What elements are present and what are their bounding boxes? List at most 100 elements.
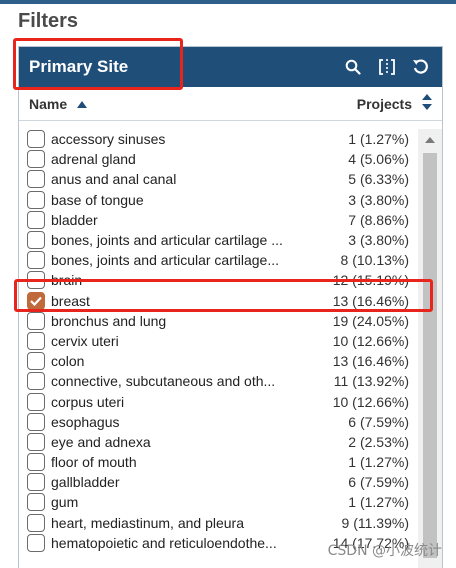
- facet-row-label: base of tongue: [51, 191, 144, 208]
- facet-row-count: 2 (2.53%): [348, 433, 409, 450]
- scroll-up-arrow-icon[interactable]: [425, 137, 435, 143]
- facet-row[interactable]: breast 13 (16.46%): [19, 291, 419, 311]
- checkbox[interactable]: [27, 150, 45, 169]
- column-toggle-icon[interactable]: [376, 56, 398, 78]
- name-column-label: Name: [29, 95, 68, 112]
- checked-checkbox[interactable]: [27, 291, 45, 310]
- facet-row[interactable]: base of tongue 3 (3.80%): [19, 190, 419, 210]
- facet-row-label: esophagus: [51, 413, 120, 430]
- sort-ascending-icon: [77, 96, 88, 112]
- checkmark-icon: [30, 296, 42, 306]
- list-scrollbar[interactable]: [418, 129, 442, 568]
- checkbox[interactable]: [27, 170, 45, 189]
- checkbox[interactable]: [27, 352, 45, 371]
- search-icon[interactable]: [342, 56, 364, 78]
- checkbox[interactable]: [27, 271, 45, 290]
- reset-icon[interactable]: [410, 56, 432, 78]
- checkbox[interactable]: [27, 231, 45, 250]
- facet-row[interactable]: esophagus 6 (7.59%): [19, 412, 419, 432]
- facet-row-label: bones, joints and articular cartilage...: [51, 252, 280, 269]
- facet-row[interactable]: bones, joints and articular cartilage...…: [19, 250, 419, 270]
- facet-row[interactable]: bladder 7 (8.86%): [19, 210, 419, 230]
- facet-row-count: 9 (11.39%): [341, 514, 409, 531]
- name-column-header[interactable]: Name: [29, 95, 88, 112]
- projects-column-header[interactable]: Projects: [357, 94, 432, 113]
- top-strip: [0, 0, 456, 4]
- facet-header: Primary Site: [19, 47, 442, 87]
- facet-row-count: 1 (1.27%): [348, 454, 409, 471]
- facet-row-count: 1 (1.27%): [348, 131, 409, 148]
- checkbox[interactable]: [27, 473, 45, 492]
- checkbox[interactable]: [27, 453, 45, 472]
- checkbox[interactable]: [27, 190, 45, 209]
- facet-row-label: anus and anal canal: [51, 171, 177, 188]
- facet-row-count: 1 (1.27%): [348, 494, 409, 511]
- facet-value-list: accessory sinuses 1 (1.27%) adrenal gland 4…: [19, 129, 419, 553]
- facet-row-label: connective, subcutaneous and oth...: [51, 373, 276, 390]
- facet-row-count: 19 (24.05%): [332, 312, 409, 329]
- facet-row-label: colon: [51, 353, 85, 370]
- checkbox[interactable]: [27, 432, 45, 451]
- facet-column-header: Name Projects: [19, 87, 442, 121]
- facet-row-count: 12 (15.19%): [332, 272, 409, 289]
- checkbox[interactable]: [27, 513, 45, 532]
- facet-row-count: 8 (10.13%): [340, 252, 409, 269]
- facet-row[interactable]: gallbladder 6 (7.59%): [19, 472, 419, 492]
- checkbox[interactable]: [27, 210, 45, 229]
- facet-row-label: bronchus and lung: [51, 312, 167, 329]
- facet-row-count: 11 (13.92%): [333, 373, 409, 390]
- facet-row-count: 7 (8.86%): [348, 211, 409, 228]
- checkbox[interactable]: [27, 372, 45, 391]
- projects-column-label: Projects: [356, 95, 412, 112]
- facet-row-count: 3 (3.80%): [348, 232, 409, 249]
- facet-row-label: gum: [51, 494, 79, 511]
- sort-toggle-icon: [422, 94, 432, 113]
- primary-site-facet: Primary Site Name Projects accessory sin…: [18, 46, 443, 568]
- facet-row[interactable]: brain 12 (15.19%): [19, 270, 419, 290]
- facet-row-count: 13 (16.46%): [332, 353, 409, 370]
- checkbox[interactable]: [27, 533, 45, 552]
- facet-row[interactable]: anus and anal canal 5 (6.33%): [19, 169, 419, 189]
- checkbox[interactable]: [27, 130, 45, 149]
- facet-row[interactable]: bones, joints and articular cartilage ..…: [19, 230, 419, 250]
- facet-row-label: eye and adnexa: [51, 433, 151, 450]
- facet-row[interactable]: bronchus and lung 19 (24.05%): [19, 311, 419, 331]
- facet-row-count: 10 (12.66%): [332, 332, 409, 349]
- facet-row[interactable]: adrenal gland 4 (5.06%): [19, 149, 419, 169]
- facet-row-label: gallbladder: [51, 474, 120, 491]
- scroll-thumb[interactable]: [423, 153, 437, 558]
- facet-row[interactable]: cervix uteri 10 (12.66%): [19, 331, 419, 351]
- facet-row-label: floor of mouth: [51, 454, 137, 471]
- facet-row-count: 4 (5.06%): [348, 151, 409, 168]
- checkbox[interactable]: [27, 392, 45, 411]
- facet-row-label: bones, joints and articular cartilage ..…: [51, 232, 283, 249]
- facet-row-label: adrenal gland: [51, 151, 136, 168]
- facet-row[interactable]: heart, mediastinum, and pleura 9 (11.39%): [19, 513, 419, 533]
- facet-row-count: 10 (12.66%): [332, 393, 409, 410]
- checkbox[interactable]: [27, 311, 45, 330]
- facet-row-label: breast: [51, 292, 90, 309]
- facet-row-label: bladder: [51, 211, 98, 228]
- facet-row-label: hematopoietic and reticuloendothe...: [51, 534, 277, 551]
- facet-row-count: 13 (16.46%): [332, 292, 409, 309]
- facet-row-count: 6 (7.59%): [348, 474, 409, 491]
- facet-row-count: 6 (7.59%): [348, 413, 409, 430]
- facet-row-count: 3 (3.80%): [348, 191, 409, 208]
- facet-row[interactable]: colon 13 (16.46%): [19, 351, 419, 371]
- facet-row-label: heart, mediastinum, and pleura: [51, 514, 244, 531]
- facet-row[interactable]: gum 1 (1.27%): [19, 492, 419, 512]
- facet-row[interactable]: eye and adnexa 2 (2.53%): [19, 432, 419, 452]
- facet-row[interactable]: floor of mouth 1 (1.27%): [19, 452, 419, 472]
- checkbox[interactable]: [27, 331, 45, 350]
- checkbox[interactable]: [27, 251, 45, 270]
- facet-row[interactable]: accessory sinuses 1 (1.27%): [19, 129, 419, 149]
- facet-title: Primary Site: [29, 57, 129, 76]
- facet-row-label: brain: [51, 272, 83, 289]
- checkbox[interactable]: [27, 412, 45, 431]
- facet-row-count: 5 (6.33%): [348, 171, 409, 188]
- facet-row-label: accessory sinuses: [51, 131, 166, 148]
- facet-header-icons: [342, 56, 432, 78]
- facet-row[interactable]: corpus uteri 10 (12.66%): [19, 391, 419, 411]
- facet-row[interactable]: connective, subcutaneous and oth... 11 (1…: [19, 371, 419, 391]
- checkbox[interactable]: [27, 493, 45, 512]
